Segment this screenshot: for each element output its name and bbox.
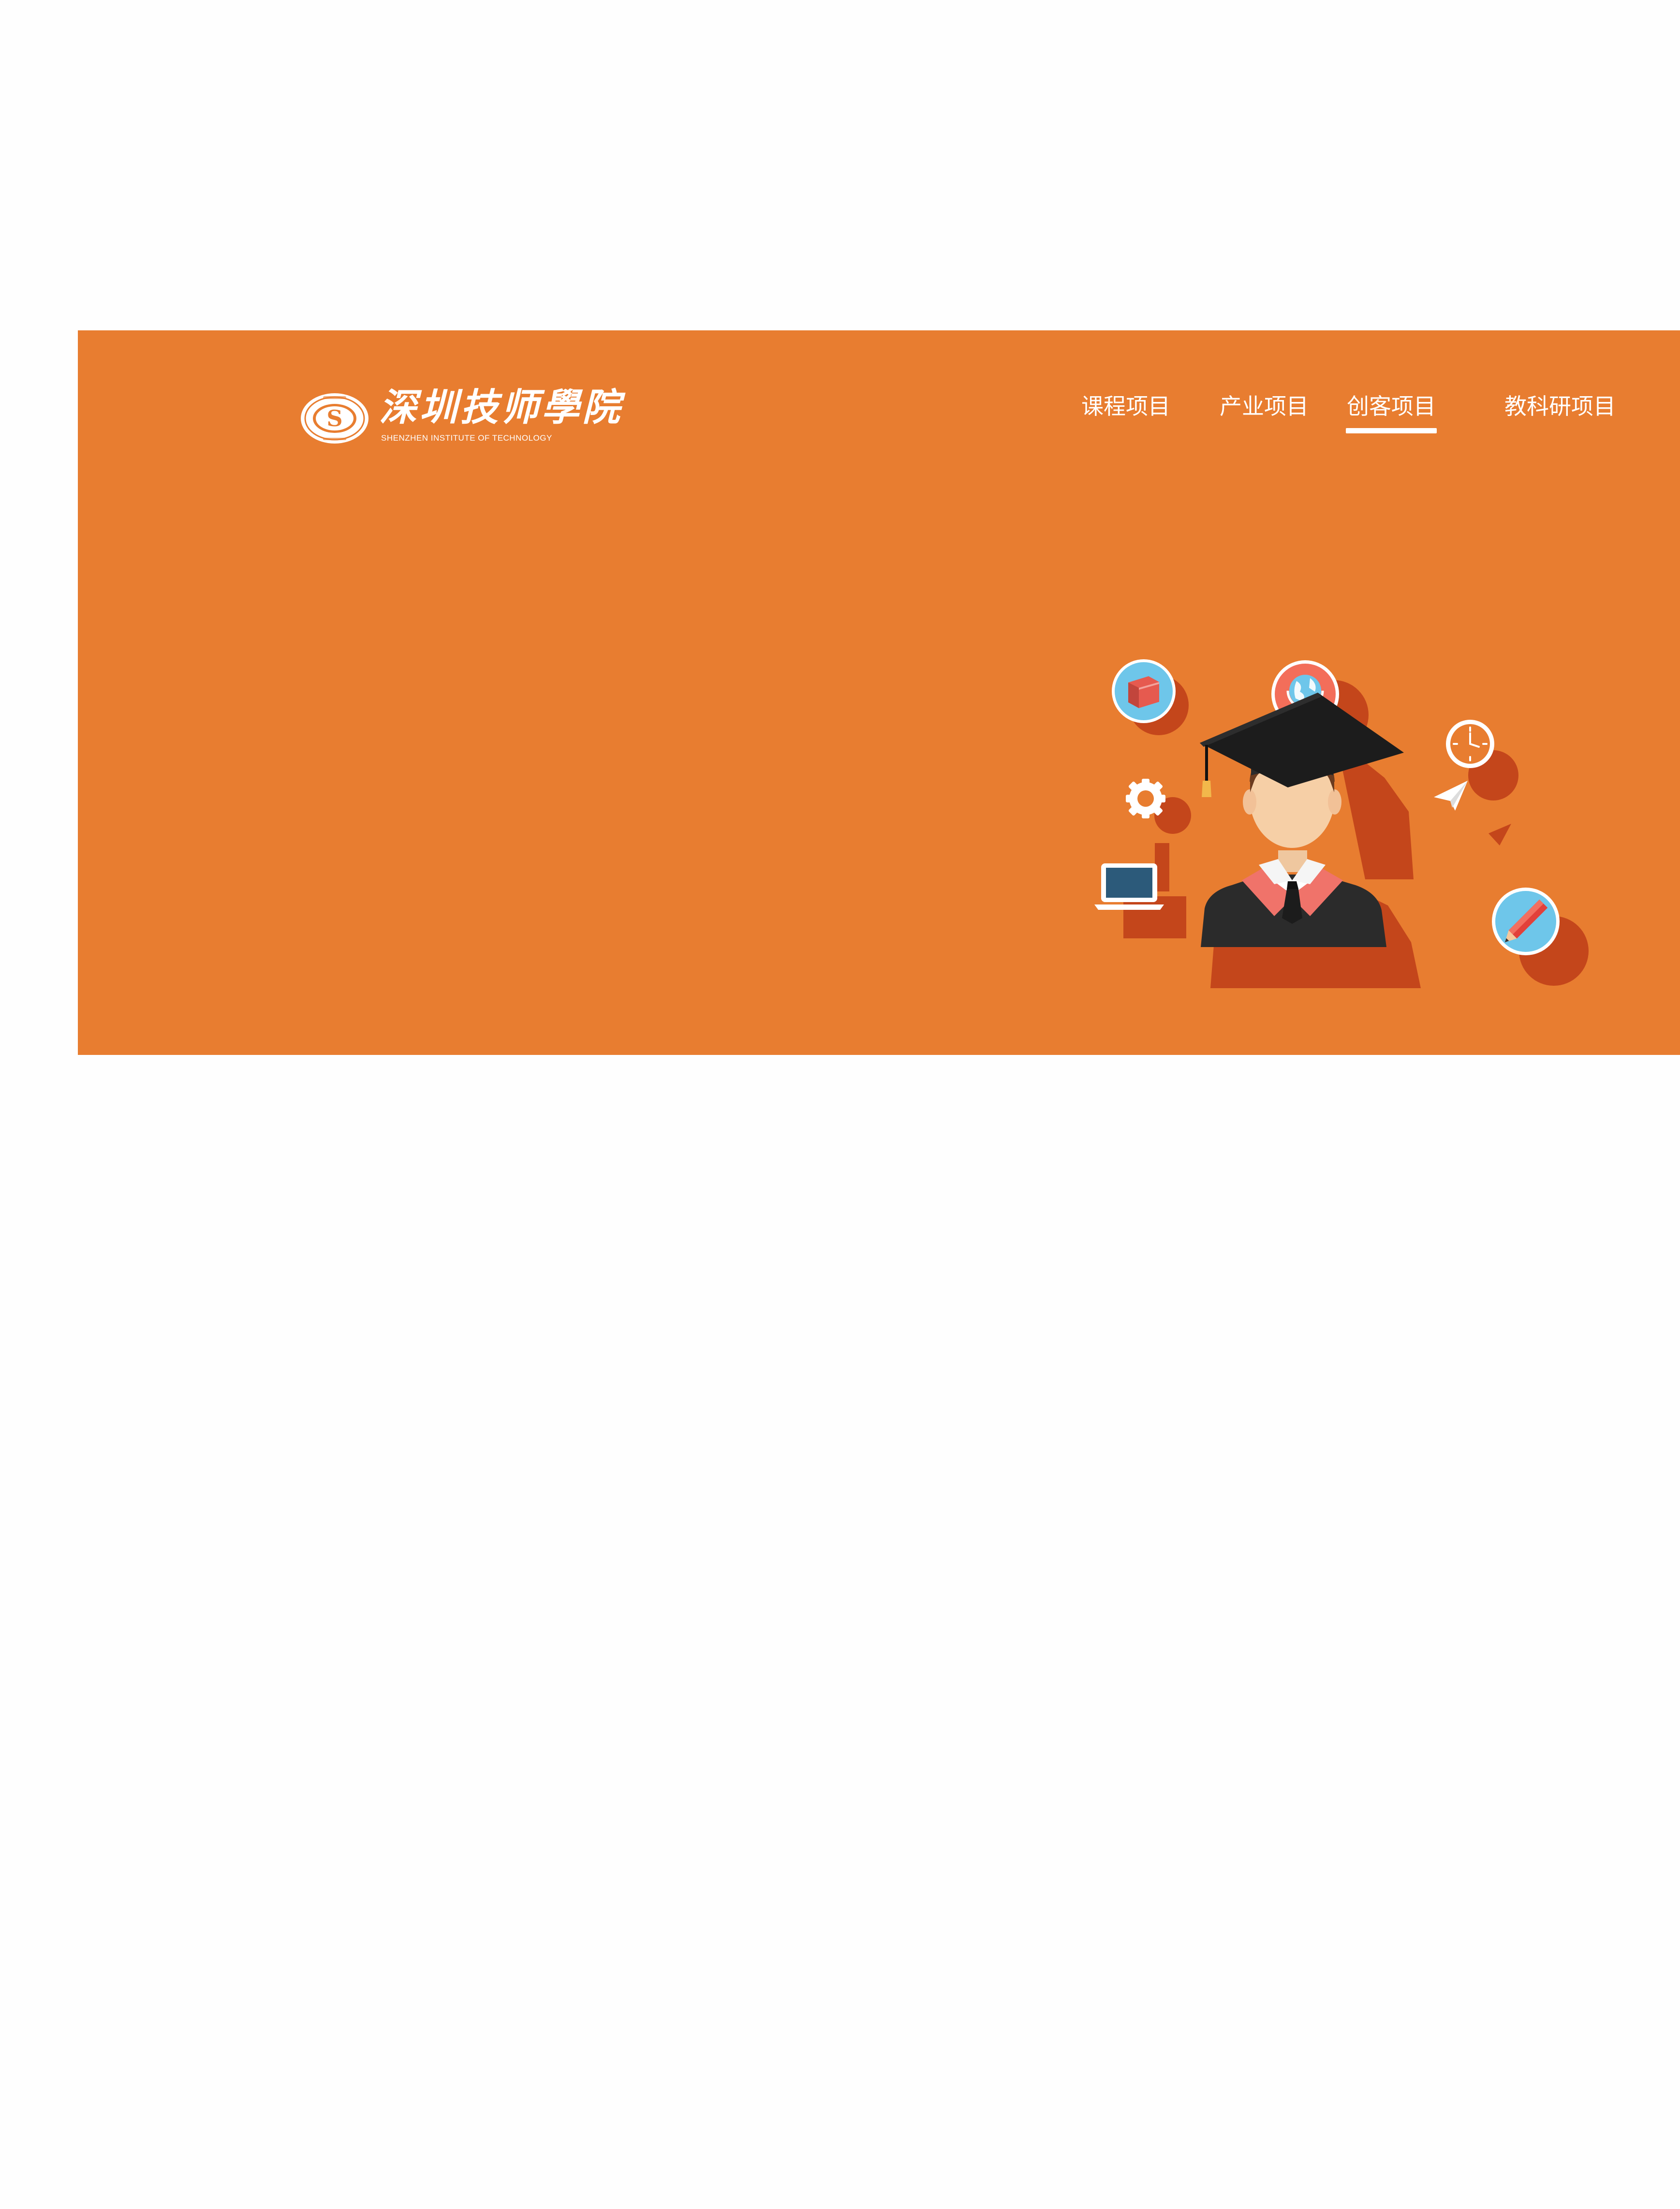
school-name: 深圳技师學院: [379, 385, 623, 430]
paper-plane-icon: [1434, 781, 1468, 811]
school-seal-icon: S: [301, 393, 368, 444]
book-icon: [1112, 659, 1176, 723]
nav-item-research-projects[interactable]: 教科研项目: [1504, 391, 1616, 425]
nav-item-course-projects[interactable]: 课程项目: [1081, 391, 1170, 425]
gear-icon: [1126, 779, 1165, 818]
nav-item-maker-projects[interactable]: 创客项目: [1346, 391, 1437, 433]
hero-banner: S 深圳技师學院 SHENZHEN INSTITUTE OF TECHNOLOG…: [78, 330, 1680, 1055]
pencil-icon: [1492, 888, 1560, 955]
school-logo[interactable]: S 深圳技师學院 SHENZHEN INSTITUTE OF TECHNOLOG…: [300, 385, 620, 449]
graduate-illustration: [1094, 659, 1589, 988]
clock-icon: [1446, 720, 1494, 768]
nav-item-industry-projects[interactable]: 产业项目: [1220, 391, 1309, 425]
svg-text:S: S: [326, 405, 342, 431]
school-name-english: SHENZHEN INSTITUTE OF TECHNOLOGY: [381, 433, 552, 443]
